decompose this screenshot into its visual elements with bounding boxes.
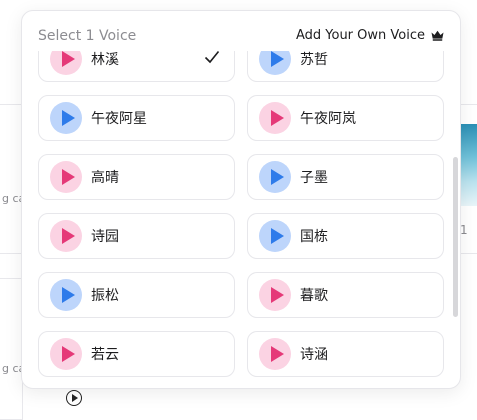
voice-name: 国栋: [300, 229, 328, 245]
voice-card[interactable]: 若云: [38, 331, 235, 377]
checkmark-icon: [204, 51, 220, 64]
background-play-icon[interactable]: [66, 390, 82, 406]
voice-selector-popup: Select 1 Voice Add Your Own Voice 林溪 苏哲 …: [21, 10, 461, 389]
voice-name: 苏哲: [300, 52, 328, 68]
popup-title: Select 1 Voice: [38, 28, 137, 44]
scrollbar-thumb[interactable]: [453, 157, 458, 317]
voice-avatar[interactable]: [259, 220, 291, 252]
voice-avatar[interactable]: [50, 279, 82, 311]
voice-name: 振松: [91, 288, 119, 304]
voice-list[interactable]: 林溪 苏哲 午夜阿星 午夜阿岚 高晴 子墨 诗园 国栋 振松 暮歌 若云 诗涵: [22, 51, 460, 388]
play-icon: [61, 51, 75, 67]
voice-name: 暮歌: [300, 288, 328, 304]
play-icon: [270, 169, 284, 185]
voice-card[interactable]: 子墨: [247, 154, 444, 200]
voice-avatar[interactable]: [259, 279, 291, 311]
voice-card[interactable]: 高晴: [38, 154, 235, 200]
play-icon: [270, 110, 284, 126]
voice-card[interactable]: 国栋: [247, 213, 444, 259]
voice-name: 午夜阿星: [91, 111, 147, 127]
voice-grid: 林溪 苏哲 午夜阿星 午夜阿岚 高晴 子墨 诗园 国栋 振松 暮歌 若云 诗涵: [38, 51, 444, 377]
add-own-voice-button[interactable]: Add Your Own Voice: [296, 28, 444, 43]
voice-avatar[interactable]: [259, 51, 291, 75]
play-icon: [270, 228, 284, 244]
voice-avatar[interactable]: [50, 102, 82, 134]
voice-card[interactable]: 振松: [38, 272, 235, 318]
voice-name: 午夜阿岚: [300, 111, 356, 127]
voice-name: 若云: [91, 347, 119, 363]
voice-avatar[interactable]: [50, 161, 82, 193]
crown-icon: [431, 30, 444, 41]
voice-name: 诗园: [91, 229, 119, 245]
play-icon: [61, 346, 75, 362]
voice-avatar[interactable]: [259, 338, 291, 370]
voice-card[interactable]: 苏哲: [247, 51, 444, 82]
play-icon: [270, 51, 284, 67]
add-voice-label: Add Your Own Voice: [295, 28, 425, 43]
voice-name: 林溪: [91, 52, 119, 68]
play-icon: [270, 287, 284, 303]
background-card-1: [0, 104, 23, 254]
voice-card-selected[interactable]: 林溪: [38, 51, 235, 82]
voice-card[interactable]: 午夜阿岚: [247, 95, 444, 141]
play-icon: [61, 287, 75, 303]
voice-name: 高晴: [91, 170, 119, 186]
play-icon: [61, 110, 75, 126]
voice-card[interactable]: 暮歌: [247, 272, 444, 318]
voice-name: 子墨: [300, 170, 328, 186]
voice-avatar[interactable]: [50, 220, 82, 252]
voice-card[interactable]: 诗涵: [247, 331, 444, 377]
voice-avatar[interactable]: [259, 161, 291, 193]
voice-card[interactable]: 午夜阿星: [38, 95, 235, 141]
voice-avatar[interactable]: [50, 338, 82, 370]
voice-avatar[interactable]: [50, 51, 82, 75]
background-card-3: [0, 278, 23, 420]
voice-name: 诗涵: [300, 347, 328, 363]
background-count: 1: [460, 223, 468, 237]
play-icon: [270, 346, 284, 362]
voice-card[interactable]: 诗园: [38, 213, 235, 259]
play-icon: [61, 169, 75, 185]
play-icon: [61, 228, 75, 244]
voice-avatar[interactable]: [259, 102, 291, 134]
